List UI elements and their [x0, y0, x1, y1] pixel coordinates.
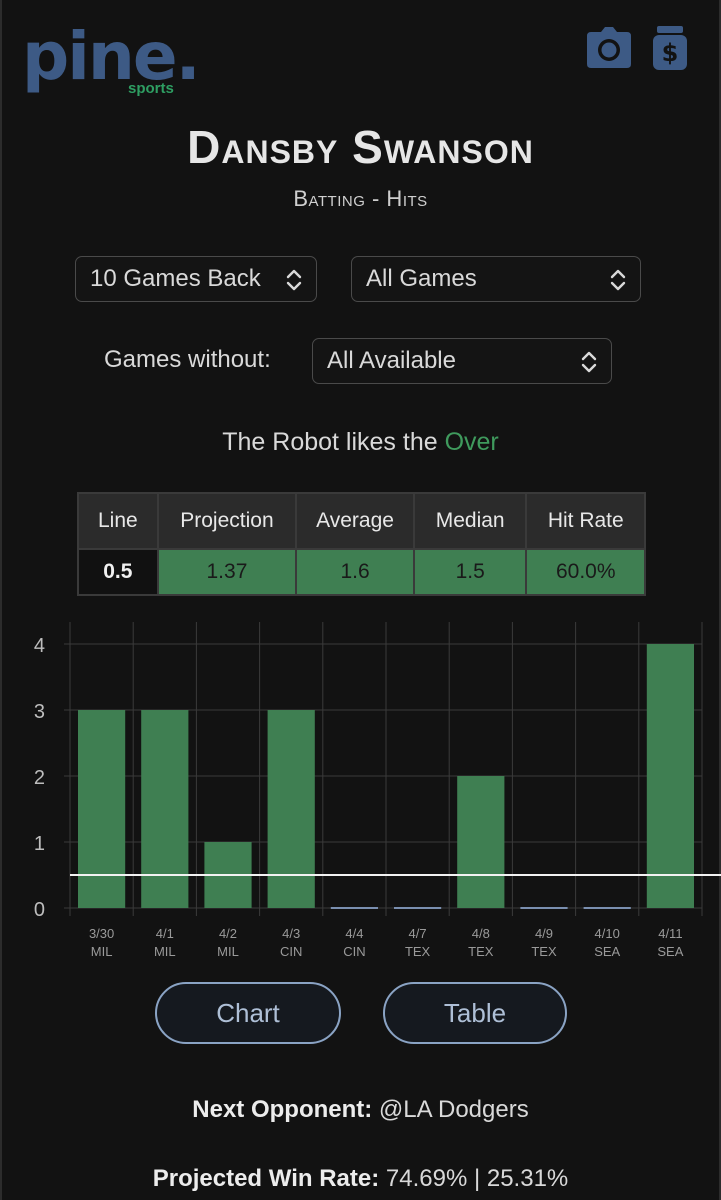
chevron-updown-icon	[610, 269, 626, 291]
x-tick-date: 4/8	[472, 926, 490, 941]
hits-bar-chart: 0 1 2 3 4 3/30 MIL 4/1 MIL 4/2 MIL 4/3 CIN 4/4 CIN 4/7 T…	[0, 612, 721, 972]
chevron-updown-icon	[286, 269, 302, 291]
y-tick-label: 2	[34, 767, 45, 789]
app-frame	[0, 0, 721, 1200]
next-opponent-value: @LA Dodgers	[372, 1096, 529, 1123]
x-tick-date: 4/4	[345, 926, 363, 941]
x-tick-opponent: MIL	[154, 944, 176, 959]
bar	[457, 776, 505, 908]
chevron-updown-icon	[581, 351, 597, 373]
x-tick-date: 4/1	[156, 926, 174, 941]
table-view-button[interactable]: Table	[383, 982, 567, 1044]
games-without-select[interactable]: All Available	[312, 338, 612, 384]
bar	[78, 710, 126, 908]
stats-header-row: Line Projection Average Median Hit Rate	[77, 492, 646, 550]
next-opponent: Next Opponent: @LA Dodgers	[0, 1096, 721, 1124]
header-average: Average	[295, 492, 415, 550]
bar	[583, 907, 631, 909]
camera-icon[interactable]	[584, 26, 634, 70]
header-hit-rate: Hit Rate	[525, 492, 646, 550]
value-average: 1.6	[295, 548, 415, 596]
bar	[330, 907, 378, 909]
robot-recommendation: The Robot likes the Over	[0, 428, 721, 457]
chart-view-button[interactable]: Chart	[155, 982, 341, 1044]
x-tick-date: 3/30	[89, 926, 114, 941]
header-projection: Projection	[156, 492, 298, 550]
logo-subtext: sports	[128, 80, 174, 97]
x-tick-date: 4/7	[409, 926, 427, 941]
bar	[394, 907, 442, 909]
value-line: 0.5	[77, 548, 159, 596]
bar	[267, 710, 315, 908]
projected-win-rate: Projected Win Rate: 74.69% | 25.31%	[0, 1165, 721, 1193]
robot-prefix: The Robot likes the	[222, 428, 445, 456]
win-rate-value: 74.69% | 25.31%	[379, 1165, 569, 1192]
y-tick-label: 4	[34, 635, 45, 657]
bar	[141, 710, 189, 908]
games-without-value: All Available	[327, 347, 456, 374]
header-median: Median	[412, 492, 528, 550]
bar	[520, 907, 568, 909]
x-tick-date: 4/10	[595, 926, 620, 941]
x-tick-opponent: SEA	[657, 944, 683, 959]
value-median: 1.5	[412, 548, 528, 596]
money-bag-icon[interactable]: $	[650, 26, 690, 70]
x-tick-date: 4/3	[282, 926, 300, 941]
value-hit-rate: 60.0%	[525, 548, 646, 596]
header-line: Line	[77, 492, 159, 550]
x-tick-date: 4/2	[219, 926, 237, 941]
y-tick-label: 3	[34, 701, 45, 723]
x-tick-opponent: SEA	[594, 944, 620, 959]
x-tick-opponent: TEX	[405, 944, 431, 959]
x-tick-opponent: CIN	[343, 944, 365, 959]
stats-value-row: 0.5 1.37 1.6 1.5 60.0%	[77, 548, 646, 596]
player-name: Dansby Swanson	[187, 121, 534, 173]
chart-svg: 0 1 2 3 4 3/30 MIL 4/1 MIL 4/2 MIL 4/3 CIN 4/4 CIN 4/7 T…	[34, 622, 721, 959]
games-back-value: 10 Games Back	[90, 265, 261, 292]
x-tick-opponent: TEX	[531, 944, 557, 959]
x-tick-opponent: MIL	[217, 944, 239, 959]
stat-category: Batting - Hits	[293, 186, 428, 211]
stats-table: Line Projection Average Median Hit Rate …	[77, 492, 646, 596]
x-tick-opponent: TEX	[468, 944, 494, 959]
bar	[646, 644, 694, 908]
pine-sports-logo[interactable]: pine. sports	[22, 24, 201, 104]
games-back-select[interactable]: 10 Games Back	[75, 256, 317, 302]
value-projection: 1.37	[156, 548, 298, 596]
x-tick-date: 4/11	[658, 926, 682, 941]
games-without-label: Games without:	[104, 346, 271, 373]
x-tick-date: 4/9	[535, 926, 553, 941]
game-filter-select[interactable]: All Games	[351, 256, 641, 302]
y-tick-label: 1	[34, 833, 45, 855]
game-filter-value: All Games	[366, 265, 477, 292]
y-tick-label: 0	[34, 899, 45, 921]
robot-pick: Over	[444, 428, 499, 456]
svg-text:$: $	[662, 39, 679, 67]
x-tick-opponent: CIN	[280, 944, 302, 959]
win-rate-label: Projected Win Rate:	[152, 1165, 380, 1192]
next-opponent-label: Next Opponent:	[192, 1096, 373, 1123]
x-tick-opponent: MIL	[91, 944, 113, 959]
